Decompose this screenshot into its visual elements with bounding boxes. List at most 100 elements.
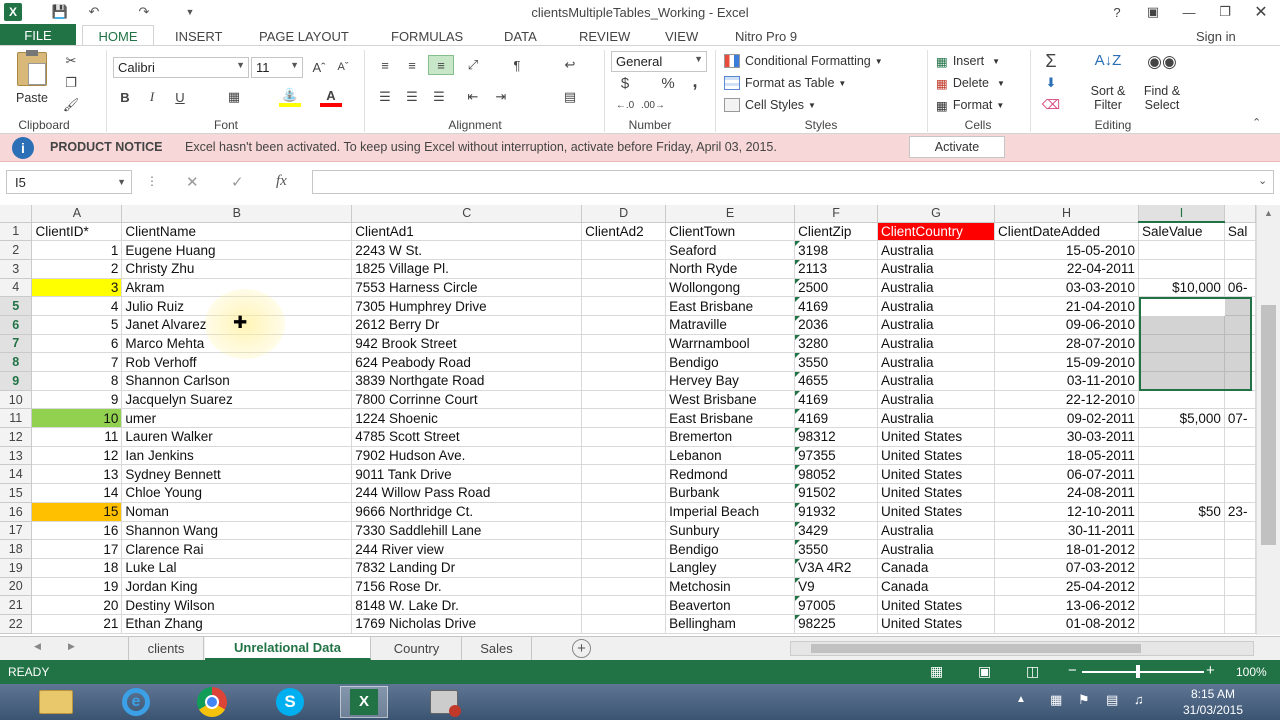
cell[interactable]: Australia	[877, 240, 995, 260]
name-box[interactable]: I5 ▼	[6, 170, 132, 194]
cell[interactable]: 01-08-2012	[994, 614, 1139, 634]
insert-cells-button[interactable]: ▦ Insert ▼	[936, 51, 1000, 71]
cell[interactable]: Matraville	[665, 315, 796, 335]
cell[interactable]: 10	[31, 408, 123, 429]
cell[interactable]	[1138, 446, 1225, 466]
cell[interactable]	[581, 259, 667, 279]
cell[interactable]: Destiny Wilson	[121, 595, 353, 615]
row-header[interactable]: 1	[0, 222, 33, 242]
cell[interactable]	[581, 502, 667, 522]
minimize-icon[interactable]: —	[1174, 2, 1204, 22]
sheet-tab-unrelational-data[interactable]: Unrelational Data	[205, 637, 371, 660]
align-bottom-icon[interactable]: ≡	[428, 55, 454, 75]
cell[interactable]	[581, 352, 667, 372]
sheet-tab-clients[interactable]: clients	[128, 637, 204, 660]
cell[interactable]: V9	[794, 577, 879, 597]
cell[interactable]: SaleValue	[1138, 222, 1225, 242]
cell[interactable]: 9011 Tank Drive	[351, 464, 583, 485]
cell[interactable]: 7330 Saddlehill Lane	[351, 521, 583, 541]
cell[interactable]: 244 Willow Pass Road	[351, 483, 583, 503]
cell[interactable]: Australia	[877, 539, 995, 559]
rtl-icon[interactable]: ¶	[506, 55, 528, 75]
cell[interactable]: Jacquelyn Suarez	[121, 390, 353, 410]
cut-icon[interactable]: ✂	[60, 51, 82, 71]
cell[interactable]: 30-03-2011	[994, 427, 1139, 447]
cell[interactable]: 3550	[794, 352, 879, 372]
row-header[interactable]: 13	[0, 446, 33, 466]
cell[interactable]: 4655	[794, 371, 879, 391]
cell[interactable]: Redmond	[665, 464, 796, 485]
row-header[interactable]: 20	[0, 577, 33, 597]
cell[interactable]: Imperial Beach	[665, 502, 796, 522]
column-header[interactable]	[1224, 205, 1256, 223]
cell[interactable]: Shannon Carlson	[121, 371, 353, 391]
cell[interactable]: 97005	[794, 595, 879, 615]
row-header[interactable]: 5	[0, 296, 33, 316]
row-header[interactable]: 6	[0, 315, 33, 335]
cell[interactable]: 16	[31, 521, 123, 541]
cell[interactable]: 1224 Shoenic	[351, 408, 583, 429]
cell[interactable]: 9666 Northridge Ct.	[351, 502, 583, 522]
tab-file[interactable]: FILE	[0, 24, 76, 46]
format-cells-button[interactable]: ▦ Format ▼	[936, 95, 1004, 115]
column-header[interactable]: C	[351, 205, 583, 223]
cell[interactable]: Bendigo	[665, 352, 796, 372]
cell[interactable]	[581, 521, 667, 541]
cell[interactable]: 21-04-2010	[994, 296, 1139, 316]
close-icon[interactable]: ✕	[1246, 2, 1276, 22]
cell[interactable]: 3198	[794, 240, 879, 260]
cell[interactable]: 14	[31, 483, 123, 503]
cell[interactable]: 4	[31, 296, 123, 316]
tab-data[interactable]: DATA	[496, 27, 545, 46]
cell[interactable]: United States	[877, 614, 995, 634]
restore-icon[interactable]: ❐	[1210, 2, 1240, 22]
cell[interactable]	[1224, 464, 1256, 485]
cell[interactable]: Langley	[665, 558, 796, 578]
column-header[interactable]: H	[994, 205, 1139, 223]
cell[interactable]: 15-05-2010	[994, 240, 1139, 260]
cell[interactable]: $10,000	[1138, 278, 1225, 298]
cell[interactable]	[581, 408, 667, 429]
cell[interactable]	[1138, 390, 1225, 410]
row-header[interactable]: 9	[0, 371, 33, 391]
active-cell[interactable]	[1141, 299, 1225, 316]
cell[interactable]	[1224, 240, 1256, 260]
internet-explorer-taskbar-icon[interactable]: e	[112, 686, 160, 718]
cell[interactable]: Australia	[877, 521, 995, 541]
font-color-icon[interactable]: A	[320, 87, 342, 107]
row-header[interactable]: 4	[0, 278, 33, 298]
cell[interactable]: 07-	[1224, 408, 1256, 429]
row-header[interactable]: 10	[0, 390, 33, 410]
cell[interactable]: ClientID*	[31, 222, 123, 242]
cell[interactable]: Chloe Young	[121, 483, 353, 503]
cell[interactable]: Sydney Bennett	[121, 464, 353, 485]
format-painter-icon[interactable]: 🖌	[60, 95, 82, 115]
cell[interactable]: 98052	[794, 464, 879, 485]
zoom-slider[interactable]	[1082, 671, 1204, 673]
row-header[interactable]: 8	[0, 352, 33, 372]
cell[interactable]: umer	[121, 408, 353, 429]
select-all-corner[interactable]	[0, 205, 33, 223]
column-header[interactable]: A	[31, 205, 123, 223]
cell[interactable]: 7902 Hudson Ave.	[351, 446, 583, 466]
cell[interactable]: 4169	[794, 408, 879, 429]
cell[interactable]: United States	[877, 595, 995, 615]
zoom-slider-thumb[interactable]	[1136, 665, 1140, 678]
align-top-icon[interactable]: ≡	[374, 55, 396, 75]
cell[interactable]: United States	[877, 483, 995, 503]
cell[interactable]: $5,000	[1138, 408, 1225, 429]
tab-home[interactable]: HOME	[82, 25, 154, 47]
cell[interactable]: 624 Peabody Road	[351, 352, 583, 372]
column-header[interactable]: B	[121, 205, 353, 223]
tray-signal-icon[interactable]: ▤	[1106, 692, 1118, 708]
cell[interactable]: 98225	[794, 614, 879, 634]
cell[interactable]: North Ryde	[665, 259, 796, 279]
decrease-font-icon[interactable]: Aˇ	[332, 57, 354, 77]
cell[interactable]	[1224, 577, 1256, 597]
row-header[interactable]: 12	[0, 427, 33, 447]
activate-button[interactable]: Activate	[909, 136, 1005, 158]
italic-button[interactable]: I	[141, 87, 163, 107]
row-header[interactable]: 22	[0, 614, 33, 634]
row-header[interactable]: 21	[0, 595, 33, 615]
cell[interactable]: 3550	[794, 539, 879, 559]
